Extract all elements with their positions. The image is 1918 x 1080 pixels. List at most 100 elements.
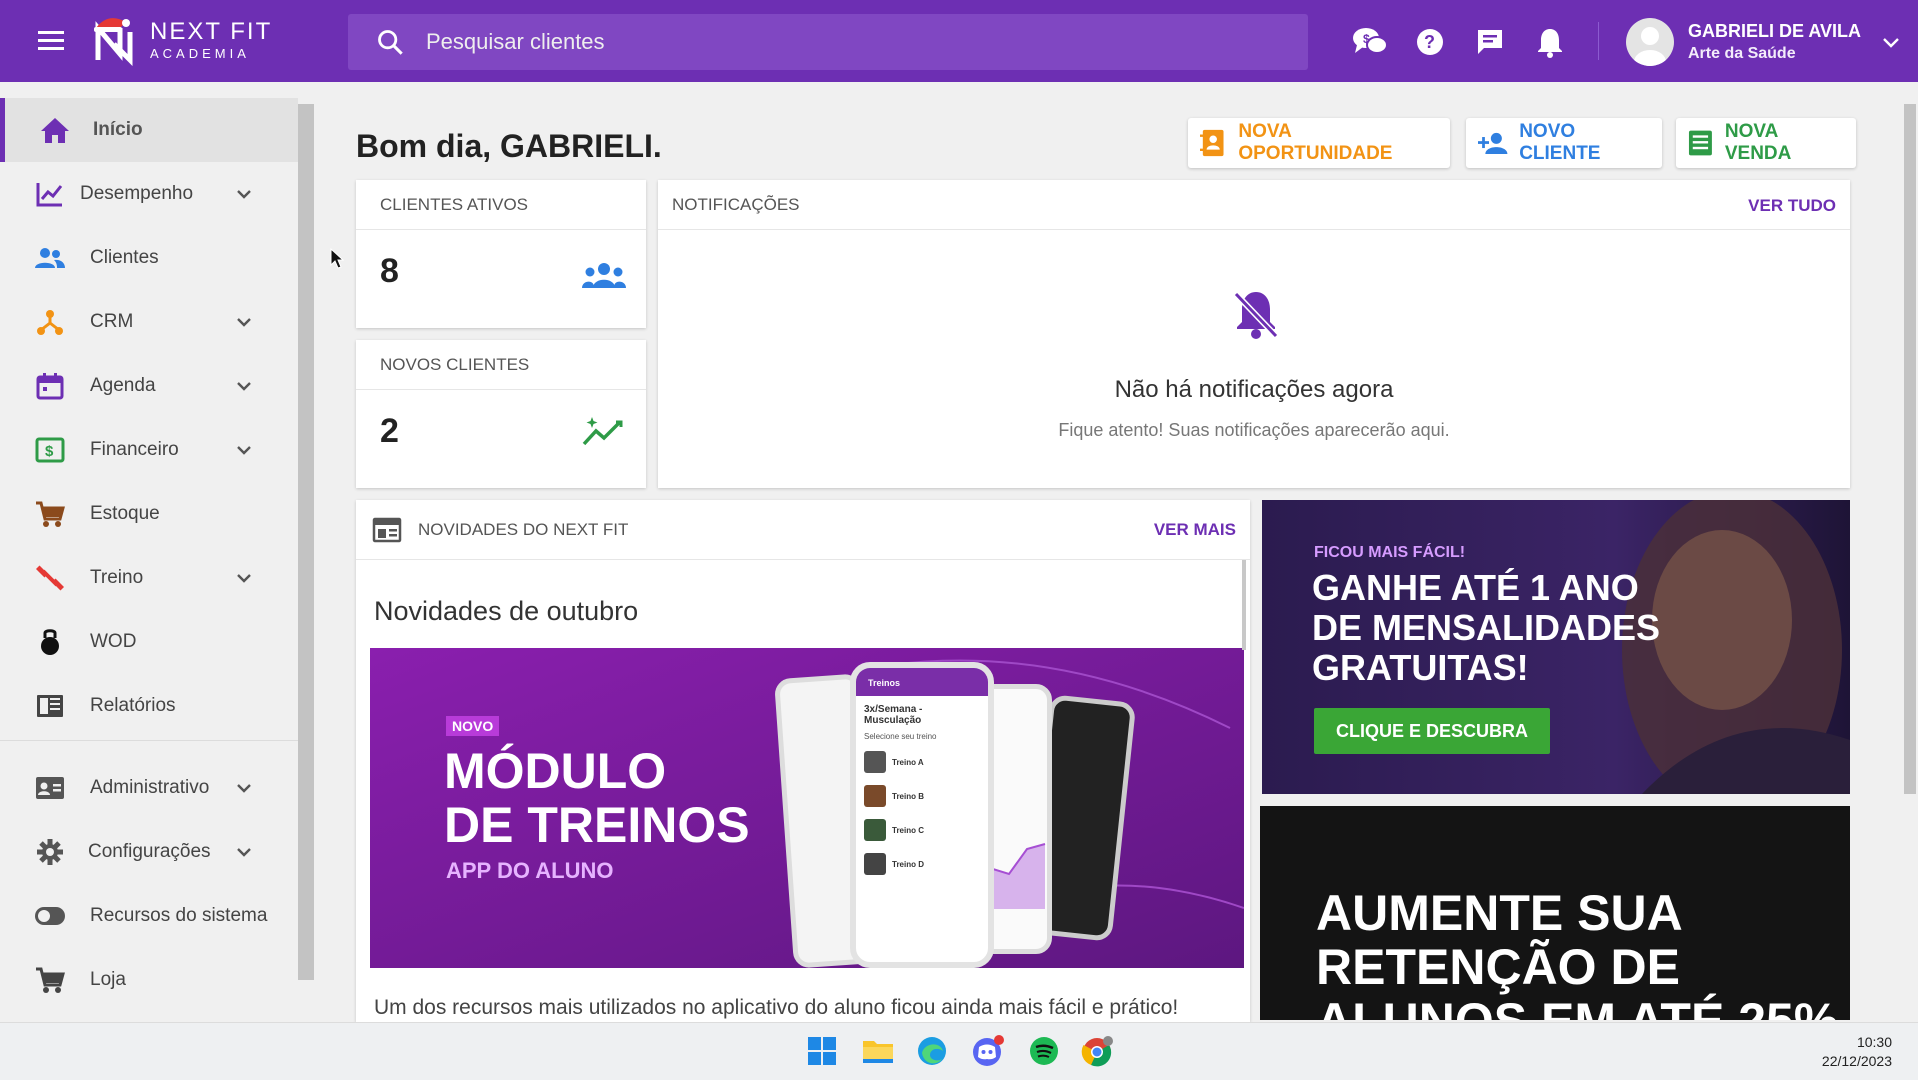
logo-title: NEXT FIT (150, 18, 273, 45)
promo2-line1: AUMENTE SUA (1316, 885, 1683, 941)
contact-book-icon (1200, 129, 1224, 157)
phone-select-label: Selecione seu treino (864, 732, 937, 741)
chevron-down-icon (237, 382, 251, 391)
cart-icon (34, 498, 66, 530)
sidebar-item-label: Loja (90, 969, 126, 990)
svg-text:?: ? (1424, 32, 1435, 52)
chevron-down-icon (237, 446, 251, 455)
sidebar-item-label: Recursos do sistema (90, 905, 268, 926)
notifications-bell-icon[interactable] (1530, 22, 1570, 62)
active-clients-value: 8 (380, 252, 399, 290)
see-all-notifications-link[interactable]: VER TUDO (1748, 196, 1836, 216)
promo1-cta-button[interactable]: CLIQUE E DESCUBRA (1314, 708, 1550, 754)
new-opportunity-button[interactable]: NOVA OPORTUNIDADE (1188, 118, 1450, 168)
sidebar-item-financeiro[interactable]: $ Financeiro (0, 418, 298, 482)
system-clock[interactable]: 10:30 22/12/2023 (1822, 1033, 1892, 1071)
add-user-icon (1478, 132, 1508, 155)
phone-workout-label: Treino C (892, 825, 925, 835)
next-fit-logo[interactable]: NEXT FIT ACADEMIA (90, 14, 280, 66)
phone-workout-row: Treino C (856, 813, 988, 847)
money-icon: $ (34, 434, 66, 466)
sidebar-item-desempenho[interactable]: Desempenho (0, 162, 298, 226)
chevron-down-icon (237, 190, 251, 199)
sparkle-trend-icon (582, 417, 623, 446)
new-opportunity-label: NOVA OPORTUNIDADE (1238, 121, 1393, 164)
messages-icon[interactable] (1470, 22, 1510, 62)
edge-icon[interactable] (914, 1033, 950, 1069)
sidebar-item-label: Clientes (90, 247, 159, 268)
help-icon[interactable]: ? (1410, 22, 1450, 62)
main-scrollbar-thumb[interactable] (1904, 104, 1916, 794)
spotify-icon[interactable] (1026, 1033, 1062, 1069)
sidebar-item-estoque[interactable]: Estoque (0, 482, 298, 546)
promo2-line3: ALUNOS EM ATÉ 25% (1316, 994, 1838, 1020)
promo1-kicker: FICOU MAIS FÁCIL! (1314, 544, 1466, 561)
toggle-icon (34, 900, 66, 932)
newspaper-icon (372, 517, 402, 542)
svg-text:$: $ (45, 443, 54, 460)
search-input[interactable] (426, 29, 1226, 55)
news-scrollbar-thumb[interactable] (1242, 560, 1246, 650)
chevron-down-icon (237, 848, 251, 857)
clock-date: 22/12/2023 (1821, 1053, 1892, 1069)
windows-start-icon[interactable] (804, 1033, 840, 1069)
chat-support-icon[interactable]: $ (1350, 22, 1390, 62)
sidebar-item-clientes[interactable]: Clientes (0, 226, 298, 290)
new-client-label: NOVO CLIENTE (1519, 121, 1601, 164)
sidebar-item-relatorios[interactable]: Relatórios (0, 674, 298, 738)
search-bar[interactable] (348, 14, 1308, 70)
store-cart-icon (34, 964, 66, 996)
sidebar-item-label: Relatórios (90, 695, 176, 716)
svg-text:$: $ (1363, 32, 1370, 46)
new-client-button[interactable]: NOVO CLIENTE (1466, 118, 1662, 168)
header-divider (1598, 22, 1599, 60)
kettlebell-icon (34, 626, 66, 658)
sidebar-item-agenda[interactable]: Agenda (0, 354, 298, 418)
new-clients-card: NOVOS CLIENTES 2 (356, 340, 646, 488)
sidebar-item-label: Agenda (90, 375, 156, 396)
sidebar-item-administrativo[interactable]: Administrativo (0, 756, 298, 820)
chrome-icon[interactable] (1080, 1033, 1116, 1069)
promo2-line2: RETENÇÃO DE (1316, 939, 1680, 995)
news-heading: Novidades de outubro (374, 596, 639, 626)
user-name: GABRIELI DE AVILA (1688, 21, 1862, 41)
sidebar-item-label: Desempenho (80, 183, 194, 204)
promo1-line2: DE MENSALIDADES (1312, 607, 1661, 648)
sidebar-item-loja[interactable]: Loja (0, 948, 298, 1012)
promo1-line1: GANHE ATÉ 1 ANO (1312, 567, 1639, 608)
notifications-empty-subtitle: Fique atento! Suas notificações aparecer… (1058, 420, 1450, 440)
taskbar: 10:30 22/12/2023 (0, 1022, 1918, 1080)
crm-icon (34, 306, 66, 338)
user-menu[interactable]: GABRIELI DE AVILA Arte da Saúde (1626, 16, 1901, 68)
banner-subtitle: APP DO ALUNO (446, 858, 614, 883)
sidebar-item-configuracoes[interactable]: Configurações (0, 820, 298, 884)
promo-free-months-banner[interactable]: FICOU MAIS FÁCIL! GANHE ATÉ 1 ANO DE MEN… (1262, 500, 1850, 794)
sidebar-item-crm[interactable]: CRM (0, 290, 298, 354)
sidebar-item-inicio[interactable]: Início (0, 98, 298, 162)
promo-retention-banner[interactable]: AUMENTE SUA RETENÇÃO DE ALUNOS EM ATÉ 25… (1260, 806, 1850, 1020)
sidebar-scrollbar-thumb[interactable] (298, 104, 314, 980)
banner-title-line2: DE TREINOS (444, 797, 750, 853)
discord-icon[interactable] (970, 1033, 1006, 1069)
users-icon (34, 242, 66, 274)
active-clients-card: CLIENTES ATIVOS 8 (356, 180, 646, 328)
phone-workout-row: Treino B (856, 779, 988, 813)
new-badge: NOVO (446, 716, 500, 736)
notifications-off-icon (1233, 291, 1279, 339)
sidebar-item-wod[interactable]: WOD (0, 610, 298, 674)
mouse-cursor-icon (330, 248, 345, 269)
sidebar-item-treino[interactable]: Treino (0, 546, 298, 610)
new-sale-button[interactable]: NOVA VENDA (1676, 118, 1856, 168)
phone-mockup-main: Treinos 3x/Semana - Musculação Selecione… (850, 662, 994, 968)
news-header: NOVIDADES DO NEXT FIT (356, 500, 1250, 560)
home-icon (39, 114, 71, 146)
avatar (1626, 18, 1674, 66)
file-explorer-icon[interactable] (860, 1033, 896, 1069)
active-clients-title: CLIENTES ATIVOS (356, 180, 646, 230)
training-module-banner[interactable]: NOVO MÓDULO DE TREINOS APP DO ALUNO Trei… (370, 648, 1244, 968)
sidebar-divider (0, 740, 298, 741)
chevron-down-icon (1883, 38, 1899, 48)
sidebar-item-recursos-do-sistema[interactable]: Recursos do sistema (0, 884, 298, 948)
menu-icon[interactable] (38, 28, 70, 54)
see-more-news-link[interactable]: VER MAIS (1154, 520, 1236, 540)
